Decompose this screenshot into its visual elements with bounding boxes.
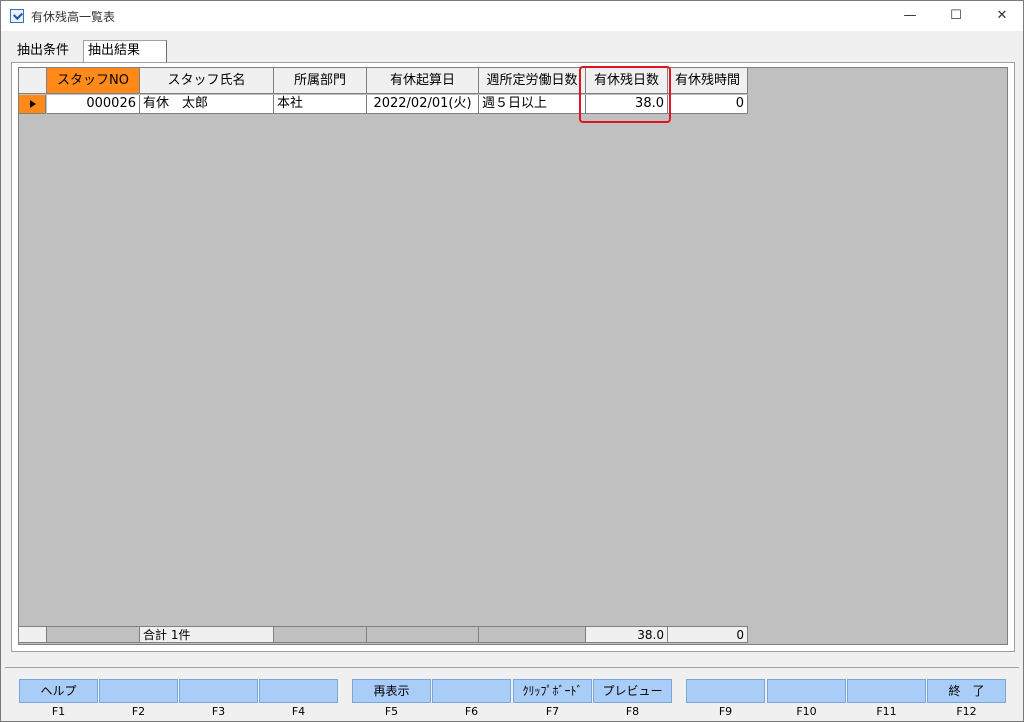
title-bar: 有休残高一覧表 — ☐ ✕: [1, 1, 1023, 31]
cell-staff-no[interactable]: 000026: [47, 95, 140, 114]
f2-button[interactable]: [99, 679, 178, 703]
col-header-staff-no[interactable]: スタッフNO: [47, 68, 140, 94]
footer-department: [274, 626, 367, 643]
maximize-button[interactable]: ☐: [933, 1, 979, 31]
f12-exit-button[interactable]: 終 了: [927, 679, 1006, 703]
window-title: 有休残高一覧表: [31, 10, 116, 24]
f9-label: F9: [718, 705, 733, 718]
f1-help-button[interactable]: ヘルプ: [19, 679, 98, 703]
row-selector-arrow[interactable]: [19, 95, 46, 114]
f11-button[interactable]: [847, 679, 926, 703]
close-button[interactable]: ✕: [979, 1, 1024, 31]
f2-label: F2: [131, 705, 146, 718]
f7-clipboard-button[interactable]: ｸﾘｯﾌﾟﾎﾞｰﾄﾞ: [513, 679, 592, 703]
footer-count: 合計 1件: [140, 626, 274, 643]
f1-label: F1: [51, 705, 66, 718]
col-header-staff-name[interactable]: スタッフ氏名: [140, 68, 274, 94]
f6-button[interactable]: [432, 679, 511, 703]
app-icon: [10, 9, 24, 23]
footer-total-hours: 0: [668, 626, 748, 643]
main-window: 有休残高一覧表 — ☐ ✕ 抽出条件 抽出結果 スタッフNO スタッフ氏名 所属…: [0, 0, 1024, 722]
minimize-button[interactable]: —: [887, 1, 933, 31]
f8-label: F8: [625, 705, 640, 718]
footer-total-days: 38.0: [586, 626, 668, 643]
tab-extract-results[interactable]: 抽出結果: [83, 40, 167, 64]
grid-corner: [19, 68, 47, 94]
results-grid[interactable]: スタッフNO スタッフ氏名 所属部門 有休起算日 週所定労働日数 有休残日数 有…: [18, 67, 1008, 645]
f8-preview-button[interactable]: プレビュー: [593, 679, 672, 703]
footer-staff-no: [47, 626, 140, 643]
f9-button[interactable]: [686, 679, 765, 703]
tab-extract-conditions[interactable]: 抽出条件: [13, 41, 81, 63]
f5-label: F5: [384, 705, 399, 718]
f10-label: F10: [796, 705, 817, 718]
cell-start-date[interactable]: 2022/02/01(火): [367, 95, 479, 114]
function-key-bar: ヘルプ F1 F2 F3 F4 再表示 F5 F6 ｸﾘｯﾌﾟﾎﾞｰﾄﾞ F7 …: [5, 667, 1019, 718]
f3-button[interactable]: [179, 679, 258, 703]
cell-remaining-days[interactable]: 38.0: [586, 95, 668, 114]
col-header-department[interactable]: 所属部門: [274, 68, 367, 94]
f3-label: F3: [211, 705, 226, 718]
f7-label: F7: [545, 705, 560, 718]
f4-label: F4: [291, 705, 306, 718]
footer-weekly-days: [479, 626, 586, 643]
f6-label: F6: [464, 705, 479, 718]
f10-button[interactable]: [767, 679, 846, 703]
f5-refresh-button[interactable]: 再表示: [352, 679, 431, 703]
col-header-start-date[interactable]: 有休起算日: [367, 68, 479, 94]
col-header-remaining-hours[interactable]: 有休残時間: [668, 68, 748, 94]
cell-department[interactable]: 本社: [274, 95, 367, 114]
cell-remaining-hours[interactable]: 0: [668, 95, 748, 114]
col-header-remaining-days[interactable]: 有休残日数: [586, 68, 668, 94]
f11-label: F11: [876, 705, 897, 718]
f4-button[interactable]: [259, 679, 338, 703]
cell-staff-name[interactable]: 有休 太郎: [140, 95, 274, 114]
footer-corner: [19, 626, 47, 643]
f12-label: F12: [956, 705, 977, 718]
col-header-weekly-days[interactable]: 週所定労働日数: [479, 68, 586, 94]
cell-weekly-days[interactable]: 週５日以上: [479, 95, 586, 114]
footer-start-date: [367, 626, 479, 643]
